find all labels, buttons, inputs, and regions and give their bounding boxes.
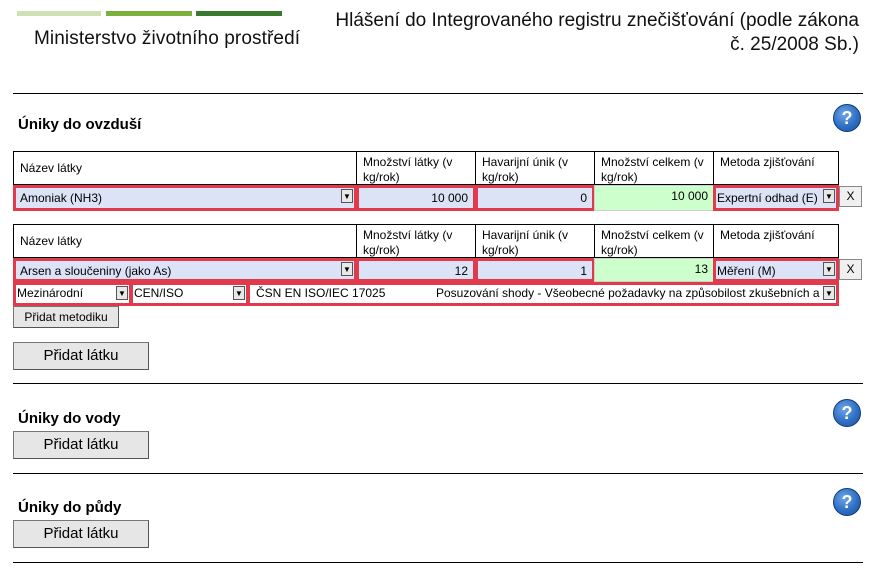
divider <box>13 473 863 474</box>
column-header-method: Metoda zjišťování <box>713 151 839 185</box>
column-header-name-label: Název látky <box>20 160 83 175</box>
chevron-down-icon[interactable]: ▼ <box>823 262 835 276</box>
methodology-standard-select[interactable]: ČSN EN ISO/IEC 17025 Posuzování shody - … <box>247 282 839 306</box>
logo-bar-dark <box>196 11 282 16</box>
accident-input[interactable]: 0 <box>475 185 595 211</box>
section-title-soil: Úniky do půdy <box>18 499 122 516</box>
method-select[interactable]: Expertní odhad (E) ▼ <box>713 185 839 211</box>
total-output: 13 <box>594 258 714 282</box>
chevron-down-icon[interactable]: ▼ <box>116 286 128 300</box>
column-header-amount: Množství látky (v kg/rok) <box>356 224 476 258</box>
chevron-down-icon[interactable]: ▼ <box>341 262 353 276</box>
substance-name-select[interactable]: Amoniak (NH3) ▼ <box>13 185 357 211</box>
methodology-org-value: CEN/ISO <box>134 286 184 300</box>
methodology-scope-value: Mezinárodní <box>17 286 84 300</box>
chevron-down-icon[interactable]: ▼ <box>823 286 835 300</box>
column-header-amount: Množství látky (v kg/rok) <box>356 151 476 185</box>
divider <box>13 383 863 384</box>
chevron-down-icon[interactable]: ▼ <box>233 286 245 300</box>
help-icon[interactable]: ? <box>833 104 861 132</box>
amount-value: 10 000 <box>431 191 468 205</box>
add-substance-button-water[interactable]: Přidat látku <box>13 431 149 459</box>
column-header-name: Název látky <box>13 151 357 185</box>
amount-input[interactable]: 12 <box>356 258 476 282</box>
column-header-name-label: Název látky <box>20 233 83 248</box>
divider <box>13 93 863 94</box>
add-substance-button-soil[interactable]: Přidat látku <box>13 520 149 548</box>
methodology-scope-select[interactable]: Mezinárodní ▼ <box>13 282 132 306</box>
substance-name-value: Amoniak (NH3) <box>20 191 103 205</box>
logo-bar-mid <box>106 11 192 16</box>
accident-value: 0 <box>580 191 587 205</box>
substance-name-value: Arsen a sloučeniny (jako As) <box>20 264 172 278</box>
amount-input[interactable]: 10 000 <box>356 185 476 211</box>
help-icon[interactable]: ? <box>833 488 861 516</box>
methodology-org-select[interactable]: CEN/ISO ▼ <box>130 282 249 306</box>
method-select[interactable]: Měření (M) ▼ <box>713 258 839 282</box>
remove-substance-button[interactable]: X <box>839 259 862 280</box>
remove-substance-button[interactable]: X <box>839 186 862 207</box>
add-substance-button-air[interactable]: Přidat látku <box>13 342 149 370</box>
column-header-accident: Havarijní únik (v kg/rok) <box>475 151 595 185</box>
method-value: Měření (M) <box>717 264 776 278</box>
methodology-code-value: ČSN EN ISO/IEC 17025 <box>256 286 386 300</box>
method-value: Expertní odhad (E) <box>717 191 818 205</box>
section-title-water: Úniky do vody <box>18 410 121 427</box>
column-header-name: Název látky <box>13 224 357 258</box>
accident-value: 1 <box>580 264 587 278</box>
amount-value: 12 <box>454 264 468 278</box>
chevron-down-icon[interactable]: ▼ <box>341 189 353 203</box>
section-title-air: Úniky do ovzduší <box>18 116 142 133</box>
total-value: 13 <box>694 262 708 276</box>
column-header-total: Množství celkem (v kg/rok) <box>594 151 714 185</box>
substance-name-select[interactable]: Arsen a sloučeniny (jako As) ▼ <box>13 258 357 282</box>
page-title: Hlášení do Integrovaného registru znečiš… <box>335 10 859 55</box>
total-output: 10 000 <box>594 185 714 211</box>
ministry-name: Ministerstvo životního prostředí <box>34 28 301 49</box>
column-header-total: Množství celkem (v kg/rok) <box>594 224 714 258</box>
chevron-down-icon[interactable]: ▼ <box>823 189 835 203</box>
accident-input[interactable]: 1 <box>475 258 595 282</box>
logo-bar-light <box>17 11 101 16</box>
column-header-accident: Havarijní únik (v kg/rok) <box>475 224 595 258</box>
help-icon[interactable]: ? <box>833 399 861 427</box>
divider <box>13 562 863 563</box>
column-header-method: Metoda zjišťování <box>713 224 839 258</box>
methodology-desc-value: Posuzování shody - Všeobecné požadavky n… <box>436 286 824 300</box>
add-method-button[interactable]: Přidat metodiku <box>13 306 119 328</box>
total-value: 10 000 <box>671 189 708 203</box>
